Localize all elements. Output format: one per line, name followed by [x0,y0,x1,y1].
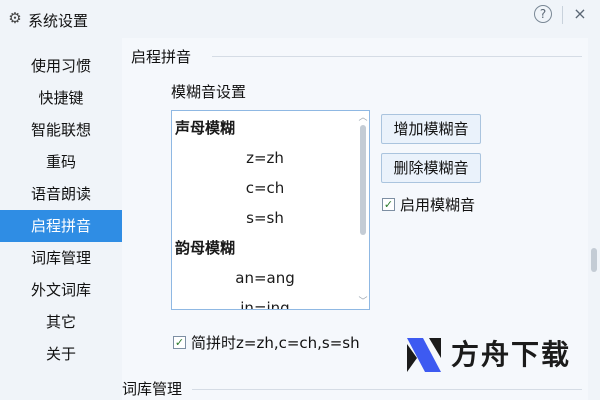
scroll-down-icon[interactable]: ﹀ [358,297,368,307]
sidebar: 使用习惯 快捷键 智能联想 重码 语音朗读 启程拼音 词库管理 外文词库 其它 关于 [0,38,122,400]
watermark: 方舟下载 [405,336,583,376]
abbrev-fuzzy-label[interactable]: 简拼时z=zh,c=ch,s=sh [191,332,360,353]
title-separator [562,6,563,24]
list-group-header[interactable]: 韵母模糊 [172,233,358,263]
scroll-up-icon[interactable]: ︿ [358,113,368,123]
list-item[interactable]: c=ch [172,173,358,203]
page-scroll-thumb[interactable] [591,248,597,272]
section-title: 启程拼音 [131,46,198,67]
sidebar-item[interactable]: 外文词库 [0,274,122,306]
sidebar-item[interactable]: 词库管理 [0,242,122,274]
sidebar-item[interactable]: 语音朗读 [0,178,122,210]
list-scrollbar[interactable]: ︿ ﹀ [357,111,369,309]
sidebar-item[interactable]: 关于 [0,338,122,370]
watermark-logo-icon [407,338,441,372]
help-button[interactable]: ? [534,5,552,23]
check-icon: ✓ [174,336,185,349]
add-fuzzy-button[interactable]: 增加模糊音 [381,114,481,144]
fuzzy-list[interactable]: in=ing an=ang 韵母模糊 s=sh c=ch z=zh 声母模糊 ︿ ﹀ [171,110,370,310]
list-item[interactable]: an=ang [172,263,358,293]
sidebar-item[interactable]: 使用习惯 [0,50,122,82]
list-item[interactable]: s=sh [172,203,358,233]
sidebar-item[interactable]: 智能联想 [0,114,122,146]
list-scroll-thumb[interactable] [360,125,366,235]
abbrev-fuzzy-checkbox[interactable]: ✓ [173,336,186,349]
fuzzy-settings-title: 模糊音设置 [171,83,247,101]
enable-fuzzy-checkbox[interactable]: ✓ [382,198,395,211]
sidebar-item[interactable]: 重码 [0,146,122,178]
section-divider [192,389,582,390]
check-icon: ✓ [383,198,394,211]
gear-icon: ⚙ [8,9,22,27]
title-bar: ⚙ 系统设置 ? × [0,0,600,38]
list-group-header[interactable]: 声母模糊 [172,113,358,143]
watermark-text: 方舟下载 [451,338,572,371]
sidebar-item[interactable]: 其它 [0,306,122,338]
sidebar-item[interactable]: 快捷键 [0,82,122,114]
page-scrollbar[interactable] [588,38,600,400]
next-section-title: 词库管理 [122,378,189,399]
window-title: 系统设置 [28,12,89,30]
section-divider [212,56,582,57]
sidebar-item[interactable]: 启程拼音 [0,210,122,242]
close-button[interactable]: × [568,4,592,24]
delete-fuzzy-button[interactable]: 删除模糊音 [381,153,481,183]
enable-fuzzy-label[interactable]: 启用模糊音 [400,194,475,215]
list-item[interactable]: in=ing [172,293,358,309]
list-item[interactable]: z=zh [172,143,358,173]
